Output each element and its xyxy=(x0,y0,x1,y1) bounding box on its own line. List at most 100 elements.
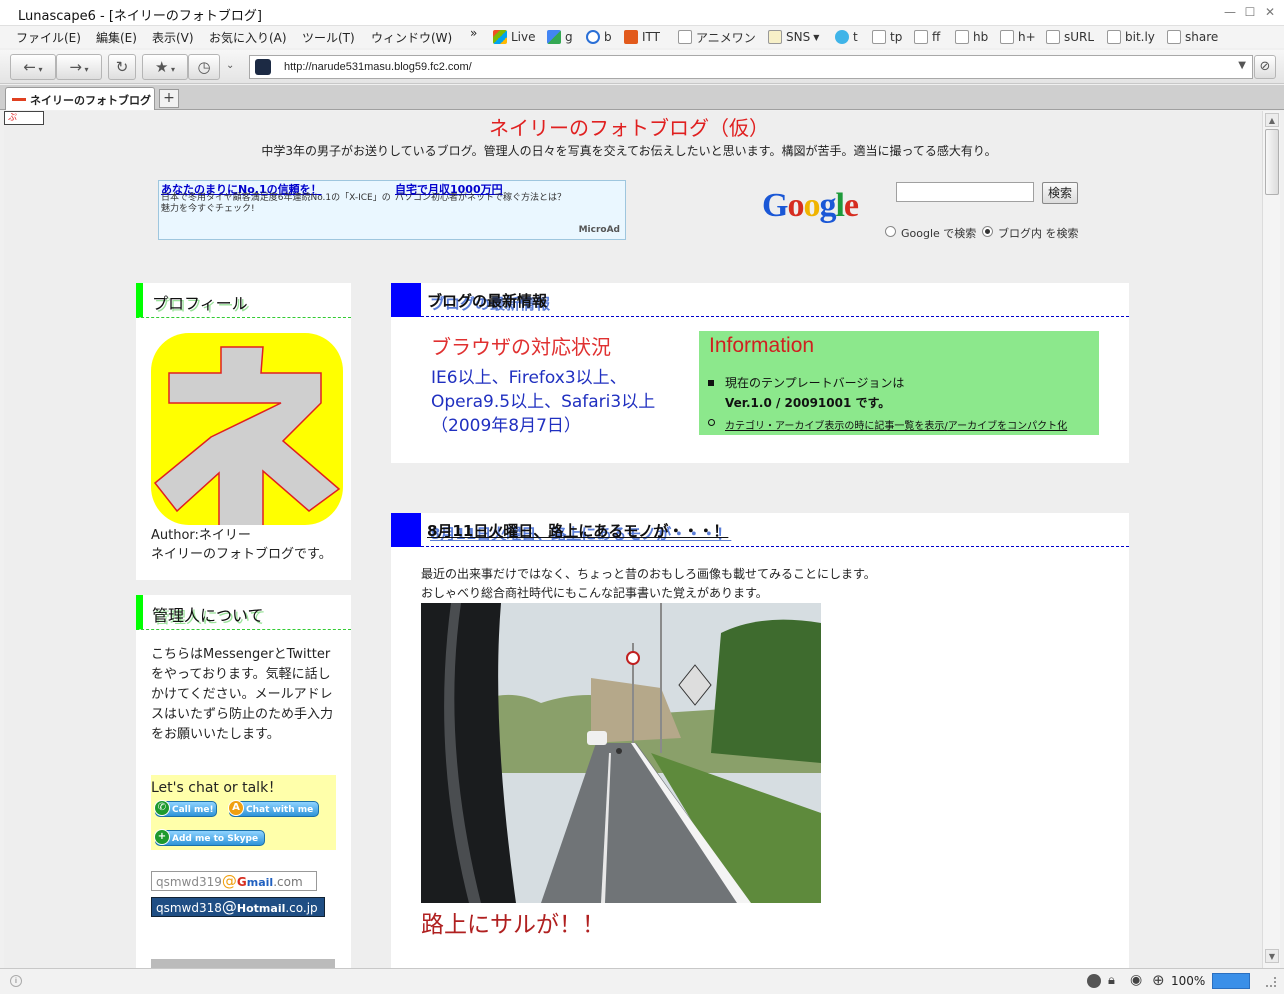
admin-text-line: こちらはMessengerとTwitter xyxy=(151,647,331,662)
hotmail-address: qsmwd318@Hotmail.co.jp xyxy=(151,897,325,917)
admin-text-line: をお願いいたします。 xyxy=(151,727,280,742)
article-title-link[interactable]: 8月11日火曜日、路上にあるモノが・・・！ xyxy=(427,520,728,541)
admin-text-line: かけてください。メールアドレ xyxy=(151,687,333,702)
search-blog-radio[interactable] xyxy=(982,226,993,237)
itt-icon xyxy=(624,30,638,44)
menu-window[interactable]: ウィンドウ(W) xyxy=(371,29,452,46)
stop-button[interactable]: ⊘ xyxy=(1254,55,1276,79)
back-button[interactable]: ← ▾ xyxy=(10,54,56,80)
information-box: Information 現在のテンプレートバージョンは Ver.1.0 / 20… xyxy=(699,331,1099,435)
chevron-down-icon[interactable]: ▼ xyxy=(1238,60,1246,71)
chevron-down-icon: ▾ xyxy=(36,65,43,74)
forward-button[interactable]: → ▾ xyxy=(56,54,102,80)
page-icon xyxy=(678,30,692,44)
compact-archive-link[interactable]: アーカイブをコンパクト化 xyxy=(948,421,1067,432)
resize-grip-icon[interactable] xyxy=(1266,977,1276,987)
star-icon: ★ xyxy=(154,58,169,76)
bookmark-live[interactable]: Live xyxy=(493,28,536,46)
phone-icon: ✆ xyxy=(154,800,170,816)
menu-view[interactable]: 表示(V) xyxy=(152,29,194,46)
gmail-address: qsmwd319@Gmail.com xyxy=(151,871,317,891)
page-viewport: ぷ ネイリーのフォトブログ（仮） 中学3年の男子がお送りしているブログ。管理人の… xyxy=(4,111,1262,968)
reload-button[interactable]: ↻ xyxy=(108,54,136,80)
stop-icon: ⊘ xyxy=(1259,59,1271,74)
shield-icon[interactable] xyxy=(1087,974,1101,988)
browser-support-title: ブラウザの対応状況 xyxy=(431,335,611,359)
ad-text-1: 日本で冬用タイヤ顧客満足度6年連続No.1の「X-ICE」の魅力を今すぐチェック… xyxy=(161,193,391,214)
admin-text-line: スはいたずら防止のため手入力 xyxy=(151,707,334,722)
tab-active[interactable]: ネイリーのフォトブログ xyxy=(5,87,155,110)
bookmark-itt[interactable]: ITT xyxy=(624,28,660,46)
info-version-line: 現在のテンプレートバージョンは xyxy=(725,376,905,390)
address-bar[interactable]: http://narude531masu.blog59.fc2.com/ ▼ xyxy=(249,55,1253,79)
bookmark-tp[interactable]: tp xyxy=(872,28,902,46)
google-search-input[interactable] xyxy=(896,182,1034,202)
tab-favicon-icon xyxy=(12,98,26,101)
admin-text-line: をやっております。気軽に話し xyxy=(151,667,331,682)
lock-icon[interactable]: 🔒︎ xyxy=(1108,973,1115,988)
menu-favorites[interactable]: お気に入り(A) xyxy=(209,29,287,46)
minimize-button[interactable]: — xyxy=(1222,4,1238,20)
eye-icon[interactable]: ◉ xyxy=(1130,972,1142,988)
profile-author: Author:ネイリー xyxy=(151,528,251,543)
article-heading: 8月11日火曜日、路上にあるモノが・・・！ xyxy=(391,513,1129,547)
zoom-level[interactable]: 100% xyxy=(1171,974,1205,988)
browser-support-date: （2009年8月7日） xyxy=(431,416,581,436)
search-blog-label: ブログ内 を検索 xyxy=(998,227,1079,240)
page-icon xyxy=(955,30,969,44)
forward-arrow-icon: → xyxy=(69,58,82,76)
window-title: Lunascape6 - [ネイリーのフォトブログ] xyxy=(18,9,262,24)
search-google-radio[interactable] xyxy=(885,226,896,237)
bookmark-bitly[interactable]: bit.ly xyxy=(1107,28,1155,46)
menu-tools[interactable]: ツール(T) xyxy=(302,29,355,46)
ad-text-2: パソコン初心者がネットで稼ぐ方法とは？ xyxy=(395,193,567,203)
history-button[interactable]: ◷ xyxy=(188,54,220,80)
scrollbar-thumb[interactable] xyxy=(1265,129,1279,195)
bookmarks-overflow-icon[interactable]: » xyxy=(470,26,477,40)
status-bar: i 🔒︎ ◉ ⊕ 100% xyxy=(0,968,1284,994)
bing-icon xyxy=(586,30,600,44)
scroll-down-icon[interactable]: ▼ xyxy=(1265,949,1279,963)
page-scrollbar[interactable]: ▲ ▼ xyxy=(1262,111,1280,968)
scroll-up-icon[interactable]: ▲ xyxy=(1265,113,1279,127)
category-list-link[interactable]: カテゴリ・アーカイブ表示の時に記事一覧を表示 xyxy=(725,421,944,432)
page-icon xyxy=(1107,30,1121,44)
navigation-toolbar: ← ▾ → ▾ ↻ ★ ▾ ◷ ⌄ http://narude531masu.b… xyxy=(0,50,1284,84)
bullet-icon xyxy=(708,419,715,426)
bookmark-b[interactable]: b xyxy=(586,28,612,46)
window-titlebar: Lunascape6 - [ネイリーのフォトブログ] — ☐ ✕ xyxy=(0,0,1284,26)
site-title[interactable]: ネイリーのフォトブログ（仮） xyxy=(4,112,1254,141)
admin-widget: 管理人について こちらはMessengerとTwitter をやっております。気… xyxy=(136,595,351,968)
bookmark-sns-folder[interactable]: SNS ▼ xyxy=(768,28,819,46)
article-photo[interactable] xyxy=(421,603,821,903)
bookmark-share[interactable]: share xyxy=(1167,28,1218,46)
google-search-button[interactable]: 検索 xyxy=(1042,182,1078,204)
add-skype-button[interactable]: + Add me to Skype xyxy=(154,829,265,846)
page-icon xyxy=(914,30,928,44)
browser-support-line: Opera9.5以上、Safari3以上 xyxy=(431,392,656,412)
photo-caption: 路上にサルが！！ xyxy=(421,912,605,938)
bookmark-t[interactable]: t xyxy=(835,28,858,46)
bookmark-g[interactable]: g xyxy=(547,28,573,46)
bookmark-surl[interactable]: sURL xyxy=(1046,28,1094,46)
bookmark-animeone[interactable]: アニメワン xyxy=(678,28,756,46)
chat-with-me-button[interactable]: A Chat with me xyxy=(228,800,319,817)
menu-file[interactable]: ファイル(E) xyxy=(16,29,81,46)
zoom-icon[interactable]: ⊕ xyxy=(1152,971,1165,989)
tab-bar: ネイリーのフォトブログ + xyxy=(0,85,1284,110)
windows-icon xyxy=(493,30,507,44)
article-section: 8月11日火曜日、路上にあるモノが・・・！ 最近の出来事だけではなく、ちょっと昔… xyxy=(391,513,1129,968)
bookmark-ff[interactable]: ff xyxy=(914,28,940,46)
favorites-button[interactable]: ★ ▾ xyxy=(142,54,188,80)
google-icon xyxy=(547,30,561,44)
call-me-button[interactable]: ✆ Call me! xyxy=(154,800,217,817)
browser-support-line: IE6以上、Firefox3以上、 xyxy=(431,368,627,388)
bookmark-hb[interactable]: hb xyxy=(955,28,988,46)
bookmark-hplus[interactable]: h+ xyxy=(1000,28,1036,46)
page-icon xyxy=(1000,30,1014,44)
new-tab-button[interactable]: + xyxy=(159,89,179,108)
menu-edit[interactable]: 編集(E) xyxy=(96,29,137,46)
maximize-button[interactable]: ☐ xyxy=(1242,4,1258,20)
toolbar-overflow-icon[interactable]: ⌄ xyxy=(226,60,234,71)
close-button[interactable]: ✕ xyxy=(1262,4,1278,20)
